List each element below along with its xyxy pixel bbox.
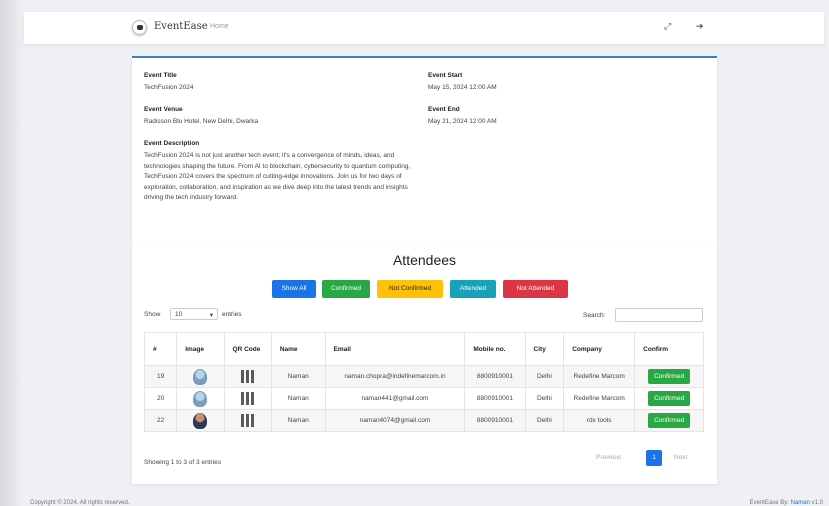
cell-id: 20 <box>143 387 178 410</box>
top-navbar: EventEase Home ⤢ ➔ <box>24 12 824 44</box>
avatar-icon <box>193 368 208 385</box>
table-row: 20 Naman naman441@gmail.com 8800910001 D… <box>143 387 704 410</box>
confirmed-button[interactable]: Confirmed <box>648 391 691 406</box>
col-header-qr[interactable]: QR Code <box>223 332 272 366</box>
entries-select[interactable]: 10 ▾ <box>170 308 218 320</box>
cell-confirm: Confirmed <box>634 409 704 432</box>
event-details-card: Event Title TechFusion 2024 Event Venue … <box>132 56 717 244</box>
cell-company: Redefine Marcom <box>563 387 636 410</box>
avatar-icon <box>193 390 208 407</box>
show-all-button[interactable]: Show All <box>272 280 316 298</box>
qr-code-icon[interactable] <box>241 370 255 383</box>
col-header-city[interactable]: City <box>524 332 565 366</box>
confirmed-button[interactable]: Confirmed <box>648 369 691 384</box>
logout-icon[interactable]: ➔ <box>696 21 704 32</box>
cell-name: Naman <box>270 365 326 388</box>
footer-credit: EventEase By: Naman v1.0 <box>750 500 823 506</box>
entries-label: entries <box>222 311 242 318</box>
cell-email: naman4074@gmail.com <box>324 409 466 432</box>
cell-qr <box>223 409 272 432</box>
cell-mobile: 8800910001 <box>464 365 526 388</box>
footer-made-by-prefix: EventEase By: <box>749 500 789 506</box>
cell-city: Delhi <box>524 387 565 410</box>
qr-code-icon[interactable] <box>241 392 255 405</box>
event-title: TechFusion 2024 <box>144 84 194 91</box>
footer-author-link[interactable]: Naman <box>791 500 810 506</box>
table-row: 19 Naman naman.chopra@indefinemarcom.in … <box>143 365 704 388</box>
col-header-email[interactable]: Email <box>324 332 466 366</box>
col-header-id[interactable]: # <box>143 332 178 366</box>
show-label: Show <box>144 311 161 318</box>
cell-mobile: 8800910001 <box>464 409 526 432</box>
cell-confirm: Confirmed <box>634 387 704 410</box>
pagination-next[interactable]: Next <box>674 454 687 461</box>
cell-name: Naman <box>270 387 326 410</box>
col-header-company[interactable]: Company <box>563 332 636 366</box>
event-end-label: Event End <box>428 106 460 113</box>
expand-icon[interactable]: ⤢ <box>664 21 671 32</box>
footer-copyright: Copyright © 2024. All rights reserved. <box>30 500 130 506</box>
cell-company: rdx tools <box>563 409 636 432</box>
cell-image <box>176 409 225 432</box>
cell-confirm: Confirmed <box>634 365 704 388</box>
not-attended-filter-button[interactable]: Not Attended <box>503 280 568 298</box>
table-row: 22 Naman naman4074@gmail.com 8800910001 … <box>143 409 704 432</box>
cell-city: Delhi <box>524 409 565 432</box>
col-header-image[interactable]: Image <box>176 332 225 366</box>
attended-filter-button[interactable]: Attended <box>450 280 496 298</box>
brand-name[interactable]: EventEase <box>154 21 208 32</box>
entries-value: 10 <box>175 311 183 318</box>
event-venue: Radisson Blu Hotel, New Delhi, Dwarka <box>144 118 259 125</box>
cell-qr <box>223 365 272 388</box>
attendees-table: # Image QR Code Name Email Mobile no. Ci… <box>143 332 704 432</box>
event-description: TechFusion 2024 is not just another tech… <box>144 152 411 201</box>
brand-logo-icon[interactable] <box>132 20 147 35</box>
cell-id: 22 <box>143 409 178 432</box>
event-title-label: Event Title <box>144 72 177 79</box>
col-header-mobile[interactable]: Mobile no. <box>464 332 526 366</box>
event-start-label: Event Start <box>428 72 463 79</box>
cell-city: Delhi <box>524 365 565 388</box>
confirmed-filter-button[interactable]: Confirmed <box>322 280 370 298</box>
search-input[interactable] <box>615 308 703 322</box>
cell-id: 19 <box>143 365 178 388</box>
attendees-card: Attendees Show All Confirmed Not Confirm… <box>132 244 717 484</box>
event-start: May 15, 2024 12:00 AM <box>428 84 497 91</box>
col-header-confirm[interactable]: Confirm <box>634 332 704 366</box>
window-frame <box>0 0 22 506</box>
cell-image <box>176 387 225 410</box>
cell-name: Naman <box>270 409 326 432</box>
col-header-name[interactable]: Name <box>270 332 326 366</box>
cell-mobile: 8800910001 <box>464 387 526 410</box>
confirmed-button[interactable]: Confirmed <box>648 413 691 428</box>
pagination-previous[interactable]: Previous <box>596 454 621 461</box>
search-label: Search: <box>583 312 606 319</box>
cell-company: Redefine Marcom <box>563 365 636 388</box>
man-avatar-icon <box>193 412 208 429</box>
event-venue-label: Event Venue <box>144 106 183 113</box>
event-end: May 21, 2024 12:00 AM <box>428 118 497 125</box>
qr-code-icon[interactable] <box>241 414 255 427</box>
table-header-row: # Image QR Code Name Email Mobile no. Ci… <box>143 332 704 366</box>
nav-home-link[interactable]: Home <box>210 23 229 30</box>
pagination-page-1[interactable]: 1 <box>646 450 662 466</box>
footer-version: v1.0 <box>811 500 823 506</box>
chevron-down-icon: ▾ <box>209 312 213 319</box>
attendees-title: Attendees <box>392 252 457 268</box>
event-description-label: Event Description <box>144 140 200 147</box>
cell-image <box>176 365 225 388</box>
cell-qr <box>223 387 272 410</box>
table-info: Showing 1 to 3 of 3 entries <box>144 459 221 466</box>
cell-email: naman441@gmail.com <box>324 387 466 410</box>
cell-email: naman.chopra@indefinemarcom.in <box>324 365 466 388</box>
not-confirmed-filter-button[interactable]: Not Confirmed <box>377 280 443 298</box>
